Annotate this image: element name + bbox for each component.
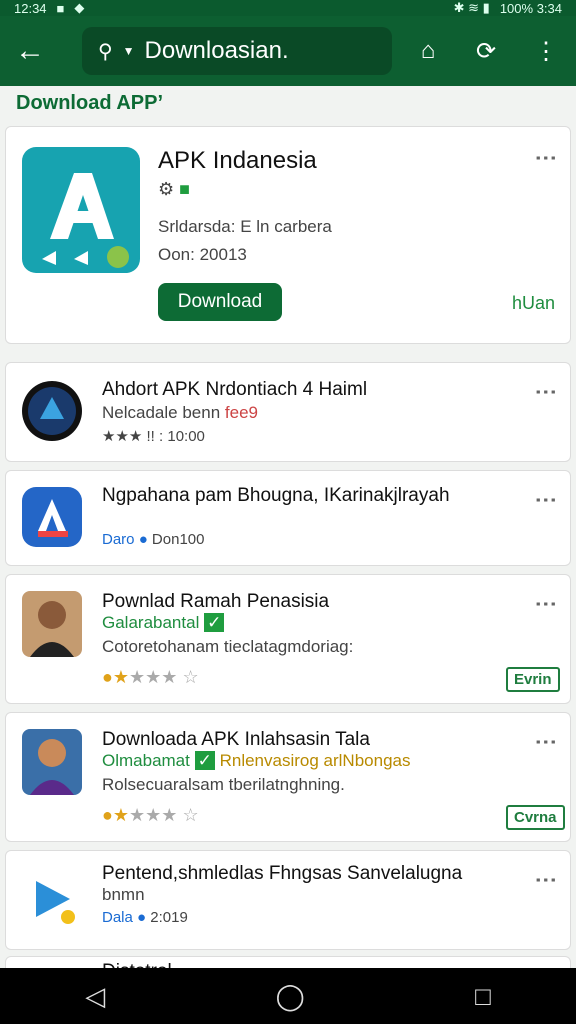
more-icon[interactable]: ⋮ [534,731,559,753]
list-item-sub-text: Nelcadale benn [102,403,221,422]
status-badge[interactable]: Evrin [506,667,560,692]
list-item[interactable]: Ngpahana pam Bhougna, IKarinakjlrayah Da… [5,470,571,566]
featured-date: Oon: 20013 [158,245,247,264]
back-icon[interactable]: ◁ [85,981,105,1012]
list-item-title: Downloada APK Inlahsasin Tala [102,729,370,750]
list-item-meta-b: Don100 [151,531,205,548]
featured-badges: ⚙ ■ [158,179,191,199]
search-bar[interactable]: ⚲ ▼ Downloasian. [82,27,392,75]
list-item-sub-text: Olmabamat [102,751,190,770]
status-badge[interactable]: Cvrna [506,805,565,830]
list-item-desc: Cotoretohanam tieclatagmdoriag: [102,637,354,656]
list-item-sub-text: Galarabantal [102,613,200,632]
app-icon [22,381,82,441]
list-item-meta-b: 2:019 [150,909,188,926]
avatar [22,591,82,657]
list-item-sub: Olmabamat ✓ Rnlenvasirog arlNbongas [102,751,410,771]
notif-icon: ■ [56,0,65,16]
list-item[interactable]: Downloada APK Inlahsasin Tala Olmabamat … [5,712,571,842]
more-icon[interactable]: ⋮ [534,593,559,615]
verified-icon: ✓ [204,613,225,632]
list-item-desc: Rolsecuaralsam tberilatnghning. [102,775,345,794]
status-right: 100% 3:34 [499,0,562,16]
download-button[interactable]: Download [158,283,282,321]
back-arrow-icon[interactable]: ← [0,16,60,86]
rating-stars: ●★★★★ ☆ [102,667,199,687]
rating-stars: ●★★★★ ☆ [102,805,199,825]
notif-icon-2: ◆ [74,0,85,15]
status-left: 12:34 [14,0,47,16]
section-title: Download APP’ [16,92,164,114]
verified-icon: ✓ [194,751,215,770]
list-item-sub: Nelcadale benn fee9 [102,403,258,423]
location-icon: ● [138,531,148,548]
signal-icon: ✱ ≋ ▮ [453,0,490,15]
list-item[interactable]: Pentend,shmledlas Fhngsas Sanvelalugna b… [5,850,571,950]
list-item-meta-a: Dala [102,909,133,926]
toolbar: ← ⚲ ▼ Downloasian. ⌂ ⟳ ⋮ [0,16,576,86]
share-icon[interactable]: ⟳ [464,16,508,86]
list-item-title: Pownlad Ramah Penasisia [102,591,330,612]
location-icon: ● [137,909,147,926]
list-item-sub-extra: Rnlenvasirog arlNbongas [219,751,411,770]
list-item-title: Ngpahana pam Bhougna, IKarinakjlrayah [102,485,450,506]
list-item[interactable]: Pownlad Ramah Penasisia Galarabantal ✓ C… [5,574,571,704]
home-icon[interactable]: ⌂ [406,16,450,86]
home-icon[interactable]: ◯ [276,981,305,1012]
caret-icon: ▼ [122,44,135,58]
list-item-meta: Daro ● Don100 [102,531,204,548]
list-item-sub: Galarabantal ✓ [102,613,225,633]
more-icon[interactable]: ⋮ [534,489,559,511]
more-icon[interactable]: ⋮ [534,869,559,891]
list-item-meta: Dala ● 2:019 [102,909,188,926]
more-icon[interactable]: ⋮ [534,147,559,169]
system-nav-bar: ◁ ◯ □ [0,968,576,1024]
status-bar: 12:34 ■ ◆ ✱ ≋ ▮ 100% 3:34 [0,0,576,16]
more-vert-icon[interactable]: ⋮ [524,16,568,86]
search-icon: ⚲ [98,40,113,63]
app-icon [22,869,82,929]
list-item-title: Pentend,shmledlas Fhngsas Sanvelalugna [102,863,463,884]
more-icon[interactable]: ⋮ [534,381,559,403]
featured-card[interactable]: APK Indanesia ⚙ ■ Srldarsda: E ln carber… [5,126,571,344]
list-item-sub-red: fee9 [224,403,258,422]
search-text: Downloasian. [144,37,289,64]
list-item-meta: ★★★ !! : 10:00 [102,428,205,445]
list-item-title: Ahdort APK Nrdontiach 4 Haiml [102,379,368,400]
list-item-meta-a: Daro [102,531,135,548]
featured-link[interactable]: hUan [512,293,555,314]
featured-title: APK Indanesia [158,147,317,174]
list-item[interactable]: Ahdort APK Nrdontiach 4 Haiml Nelcadale … [5,362,571,462]
app-icon [22,147,140,273]
featured-developer: Srldarsda: E ln carbera [158,217,332,236]
avatar [22,729,82,795]
list-item-sub: bnmn [102,885,145,904]
recents-icon[interactable]: □ [475,981,491,1012]
app-icon [22,487,82,547]
